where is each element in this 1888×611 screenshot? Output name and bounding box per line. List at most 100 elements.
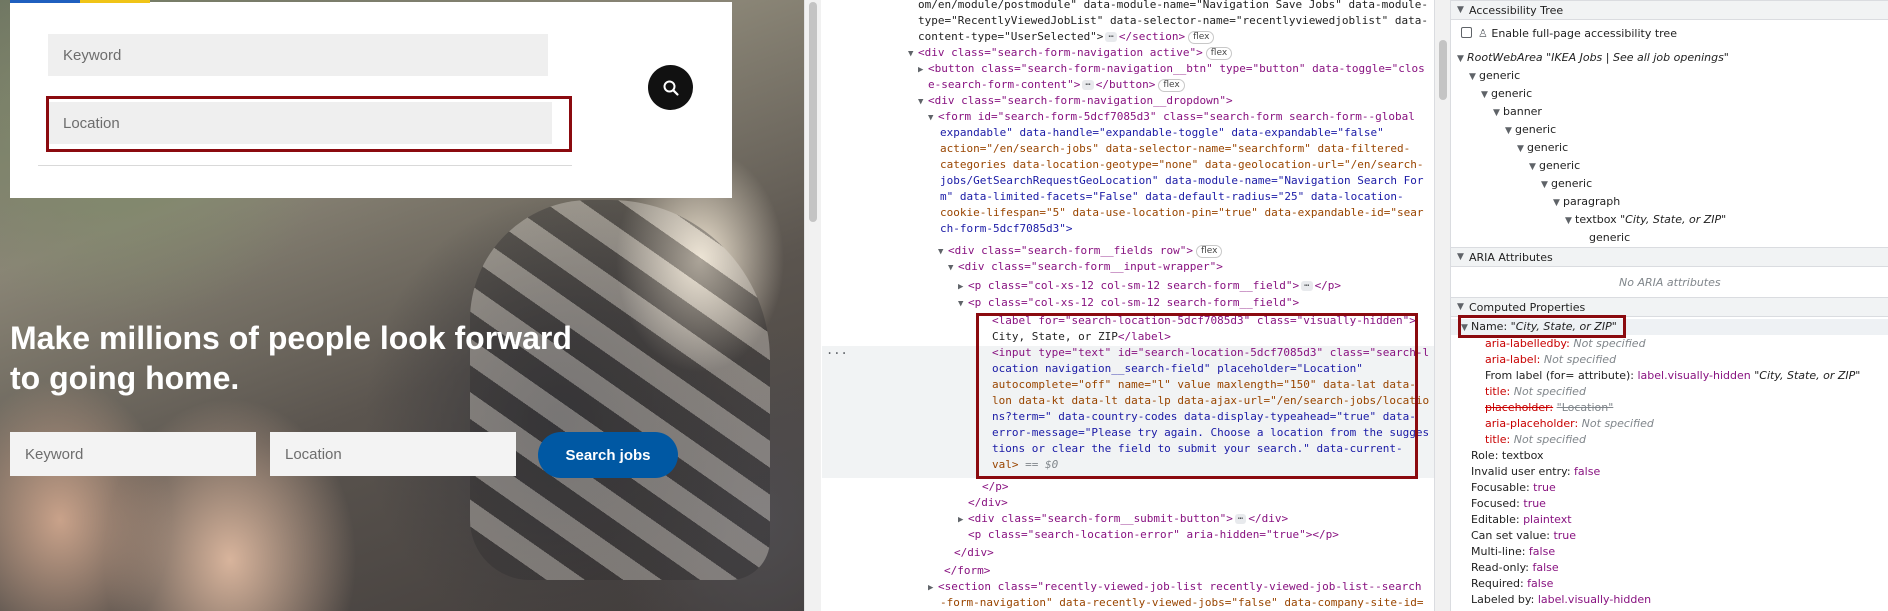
- dom-line[interactable]: ▼ <div class="search-form-navigation__dro…: [918, 93, 1233, 109]
- collapse-triangle-icon[interactable]: ▼: [1457, 252, 1469, 262]
- search-jobs-button[interactable]: Search jobs: [538, 432, 678, 478]
- dom-line[interactable]: categories data-location-geotype="none" …: [940, 157, 1423, 173]
- dom-line[interactable]: m" data-limited-facets="False" data-defa…: [940, 189, 1404, 205]
- prop-aria-placeholder: aria-placeholder: Not specified: [1485, 417, 1654, 430]
- prop-focused: Focused: true: [1471, 497, 1546, 510]
- dom-line[interactable]: ▶ <div class="search-form__submit-button"…: [958, 511, 1288, 527]
- dom-line[interactable]: </p>: [982, 479, 1009, 495]
- computed-properties-header[interactable]: ▼ Computed Properties: [1451, 297, 1888, 317]
- node-gutter-dots[interactable]: ...: [826, 343, 848, 357]
- collapse-triangle-icon[interactable]: ▼: [908, 46, 918, 62]
- dom-line[interactable]: cookie-lifespan="5" data-use-location-pi…: [940, 205, 1423, 221]
- hero-keyword-input[interactable]: Keyword: [10, 432, 256, 476]
- dom-line[interactable]: </div>: [954, 545, 994, 561]
- prop-focusable: Focusable: true: [1471, 481, 1556, 494]
- prop-required: Required: false: [1471, 577, 1554, 590]
- prop-editable: Editable: plaintext: [1471, 513, 1572, 526]
- flex-badge[interactable]: flex: [1188, 31, 1215, 44]
- hero-title: Make millions of people look forward to …: [10, 318, 630, 398]
- collapse-triangle-icon[interactable]: ▼: [918, 94, 928, 110]
- accessibility-tree-title: Accessibility Tree: [1469, 3, 1564, 17]
- ax-node-paragraph[interactable]: ▼ paragraph: [1553, 193, 1620, 210]
- elements-scrollbar-thumb[interactable]: [1439, 40, 1447, 100]
- hero-title-line-1: Make millions of people look forward: [10, 320, 572, 356]
- dom-line[interactable]: ch-form-5dcf7085d3">: [940, 221, 1072, 237]
- prop-title: title: Not specified: [1485, 385, 1586, 398]
- ax-node-textbox[interactable]: ▼ textbox "City, State, or ZIP": [1565, 211, 1726, 228]
- ax-node-generic[interactable]: ▼ generic: [1505, 121, 1556, 138]
- expand-triangle-icon[interactable]: ▶: [928, 580, 938, 596]
- elements-panel: ... om/en/module/postmodule" data-module…: [822, 0, 1434, 611]
- collapsed-ellipsis[interactable]: ⋯: [1105, 32, 1117, 42]
- dom-line[interactable]: ▼ <div class="search-form__fields row"> fl…: [938, 243, 1223, 260]
- search-icon: [663, 80, 679, 96]
- dropdown-search-button[interactable]: [648, 65, 693, 110]
- hero-location-placeholder: Location: [285, 445, 342, 463]
- ax-node-generic[interactable]: ▼ generic: [1529, 157, 1580, 174]
- dom-line[interactable]: <p class="search-location-error" aria-hi…: [968, 527, 1339, 543]
- accessibility-tree-header[interactable]: ▼ Accessibility Tree: [1451, 0, 1888, 20]
- ax-node-generic[interactable]: ▼ generic: [1469, 67, 1520, 84]
- dom-line[interactable]: ▶ <p class="col-xs-12 col-sm-12 search-fo…: [958, 278, 1341, 294]
- ax-node-banner[interactable]: ▼ banner: [1493, 103, 1542, 120]
- dom-line[interactable]: ▶ <button class="search-form-navigation__…: [918, 61, 1425, 77]
- collapse-triangle-icon[interactable]: ▼: [928, 110, 938, 126]
- expand-triangle-icon[interactable]: ▶: [918, 62, 928, 78]
- flex-badge[interactable]: flex: [1205, 47, 1233, 60]
- prop-placeholder: placeholder: "Location": [1485, 401, 1614, 414]
- ax-node-generic[interactable]: ▼ generic: [1517, 139, 1568, 156]
- expand-triangle-icon[interactable]: ▶: [958, 512, 968, 528]
- flex-badge[interactable]: flex: [1196, 245, 1223, 258]
- dom-line[interactable]: </div>: [968, 495, 1008, 511]
- ax-node-generic[interactable]: generic: [1589, 229, 1630, 246]
- hero-location-input[interactable]: Location: [270, 432, 516, 476]
- dom-line[interactable]: e-search-form-content"> ⋯ </button> flex: [928, 77, 1185, 93]
- prop-aria-label: aria-label: Not specified: [1485, 353, 1617, 366]
- dom-line[interactable]: content-type="UserSelected"> ⋯ </section> f…: [918, 29, 1215, 45]
- dom-line[interactable]: expandable" data-handle="expandable-togg…: [940, 125, 1384, 141]
- location-input-highlight: [46, 96, 572, 152]
- page-preview: Keyword Location Make millions of people…: [0, 0, 804, 611]
- collapse-triangle-icon[interactable]: ▼: [948, 260, 958, 276]
- dom-line[interactable]: ▼ <form id="search-form-5dcf7085d3" class…: [928, 109, 1415, 125]
- dom-line[interactable]: </form>: [944, 563, 990, 579]
- dom-line[interactable]: ▼ <div class="search-form__input-wrapper"…: [948, 259, 1223, 275]
- enable-tree-checkbox[interactable]: [1461, 27, 1472, 38]
- dom-line[interactable]: -form-navigation" data-recently-viewed-j…: [940, 595, 1423, 611]
- flex-badge[interactable]: flex: [1158, 79, 1185, 92]
- computed-properties-title: Computed Properties: [1469, 300, 1586, 314]
- no-aria-attributes: No ARIA attributes: [1619, 276, 1721, 289]
- collapse-triangle-icon[interactable]: ▼: [1457, 302, 1469, 312]
- dom-line[interactable]: om/en/module/postmodule" data-module-nam…: [918, 0, 1428, 13]
- elements-scrollbar[interactable]: [1434, 0, 1450, 611]
- prop-multiline: Multi-line: false: [1471, 545, 1556, 558]
- aria-attributes-header[interactable]: ▼ ARIA Attributes: [1451, 247, 1888, 267]
- collapsed-ellipsis[interactable]: ⋯: [1301, 281, 1313, 291]
- hero-title-line-2: to going home.: [10, 360, 240, 396]
- enable-tree-label: Enable full-page accessibility tree: [1491, 27, 1677, 40]
- page-scrollbar[interactable]: [804, 0, 821, 611]
- accessibility-pane: ▼ Accessibility Tree ♙ Enable full-page …: [1450, 0, 1888, 611]
- dom-line[interactable]: jobs/GetSearchRequestGeoLocation" data-m…: [940, 173, 1423, 189]
- expand-triangle-icon[interactable]: ▶: [958, 279, 968, 295]
- collapsed-ellipsis[interactable]: ⋯: [1234, 514, 1247, 524]
- enable-full-page-tree-option[interactable]: ♙ Enable full-page accessibility tree: [1461, 25, 1677, 42]
- collapse-triangle-icon[interactable]: ▼: [938, 244, 948, 260]
- dom-line[interactable]: ▼ <p class="col-xs-12 col-sm-12 search-fo…: [958, 295, 1299, 311]
- search-dropdown-panel: Keyword Location: [10, 2, 732, 198]
- collapse-triangle-icon[interactable]: ▼: [958, 296, 968, 312]
- collapse-triangle-icon[interactable]: ▼: [1457, 5, 1469, 15]
- ax-node-generic[interactable]: ▼ generic: [1541, 175, 1592, 192]
- dom-line[interactable]: ▼ <div class="search-form-navigation acti…: [908, 45, 1233, 62]
- dom-line[interactable]: ▶ <section class="recently-viewed-job-lis…: [928, 579, 1421, 595]
- dom-line[interactable]: type="RecentlyViewedJobList" data-select…: [918, 13, 1428, 29]
- dropdown-keyword-input[interactable]: Keyword: [48, 34, 548, 76]
- ax-node-generic[interactable]: ▼ generic: [1481, 85, 1532, 102]
- collapsed-ellipsis[interactable]: ⋯: [1082, 80, 1094, 90]
- page-scrollbar-thumb[interactable]: [809, 2, 817, 222]
- selected-input-highlight: [976, 313, 1418, 479]
- aria-attributes-title: ARIA Attributes: [1469, 250, 1553, 264]
- prop-aria-labelledby: aria-labelledby: Not specified: [1485, 337, 1646, 350]
- ax-node-root[interactable]: ▼ RootWebArea "IKEA Jobs | See all job op…: [1457, 49, 1729, 66]
- dom-line[interactable]: action="/en/search-jobs" data-selector-n…: [940, 141, 1410, 157]
